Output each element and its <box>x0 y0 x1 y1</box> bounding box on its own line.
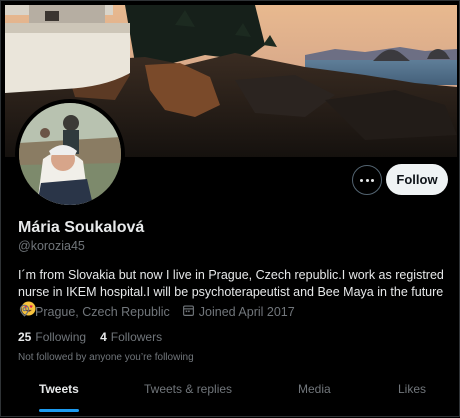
profile-location: Prague, Czech Republic <box>18 304 170 320</box>
more-options-button[interactable] <box>352 165 382 195</box>
active-tab-indicator <box>39 409 79 412</box>
more-horizontal-icon-dot <box>365 178 369 182</box>
followers-count: 4 <box>100 330 107 344</box>
more-horizontal-icon-dot <box>370 178 374 182</box>
profile-display-name: Mária Soukalová <box>18 219 145 236</box>
profile-bio-text: I´m from Slovakia but now I live in Prag… <box>18 268 444 299</box>
profile-handle: @korozia45 <box>18 239 85 253</box>
tab-tweets-and-replies[interactable]: Tweets & replies <box>144 382 232 418</box>
tab-likes[interactable]: Likes <box>398 382 426 418</box>
tab-media[interactable]: Media <box>298 382 331 418</box>
followers-label: Followers <box>110 330 163 344</box>
tab-likes-label: Likes <box>398 382 427 396</box>
tab-tweets[interactable]: Tweets <box>39 382 79 418</box>
following-count: 25 <box>18 330 32 344</box>
profile-page: Follow Mária Soukalová @korozia45 I´m fr… <box>0 0 460 417</box>
more-horizontal-icon <box>360 178 364 182</box>
tab-media-label: Media <box>298 382 331 396</box>
profile-meta: Prague, Czech Republic Joined April 2017 <box>18 304 307 320</box>
profile-join-date: Joined April 2017 <box>182 304 295 320</box>
profile-avatar[interactable] <box>15 99 125 209</box>
profile-tabs: Tweets Tweets & replies Media Likes <box>1 382 460 418</box>
followers-link[interactable]: 4 Followers <box>100 330 162 344</box>
profile-location-text: Prague, Czech Republic <box>35 305 170 319</box>
following-link[interactable]: 25 Following <box>18 330 86 344</box>
follow-button[interactable]: Follow <box>386 164 448 195</box>
tab-tweets-and-replies-label: Tweets & replies <box>144 382 233 396</box>
location-pin-icon <box>18 304 35 320</box>
calendar-icon <box>182 304 199 320</box>
followed-by-notice: Not followed by anyone you’re following <box>18 352 194 363</box>
profile-join-date-text: Joined April 2017 <box>198 305 295 319</box>
profile-follow-counts: 25 Following 4 Followers <box>18 330 176 344</box>
tab-tweets-label: Tweets <box>39 382 79 396</box>
following-label: Following <box>35 330 87 344</box>
